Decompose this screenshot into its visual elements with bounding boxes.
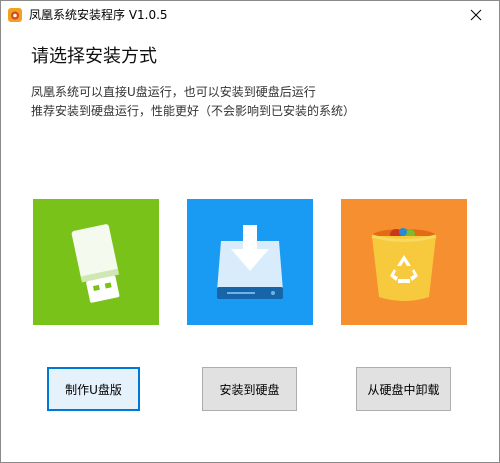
uninstall-option-tile[interactable] — [341, 199, 467, 325]
download-to-disk-icon — [217, 225, 283, 299]
make-usb-button[interactable]: 制作U盘版 — [47, 367, 140, 411]
description-line-1: 凤凰系统可以直接U盘运行，也可以安装到硬盘后运行 — [31, 85, 316, 99]
description-line-2: 推荐安装到硬盘运行，性能更好（不会影响到已安装的系统） — [31, 104, 356, 118]
usb-option-tile[interactable] — [33, 199, 159, 325]
install-to-disk-button[interactable]: 安装到硬盘 — [202, 367, 297, 411]
page-title: 请选择安装方式 — [31, 46, 157, 67]
close-icon — [470, 9, 482, 21]
installer-window: 凤凰系统安装程序 V1.0.5 请选择安装方式 凤凰系统可以直接U盘运行，也可以… — [0, 0, 500, 463]
title-bar: 凤凰系统安装程序 V1.0.5 — [1, 1, 499, 29]
recycle-bin-icon — [371, 228, 437, 301]
uninstall-from-disk-button[interactable]: 从硬盘中卸载 — [356, 367, 451, 411]
usb-drive-icon — [71, 224, 120, 303]
description: 凤凰系统可以直接U盘运行，也可以安装到硬盘后运行 推荐安装到硬盘运行，性能更好（… — [31, 83, 355, 121]
phoenix-app-icon — [8, 8, 22, 22]
install-option-tile[interactable] — [187, 199, 313, 325]
close-button[interactable] — [453, 1, 499, 29]
window-title: 凤凰系统安装程序 V1.0.5 — [29, 8, 168, 22]
